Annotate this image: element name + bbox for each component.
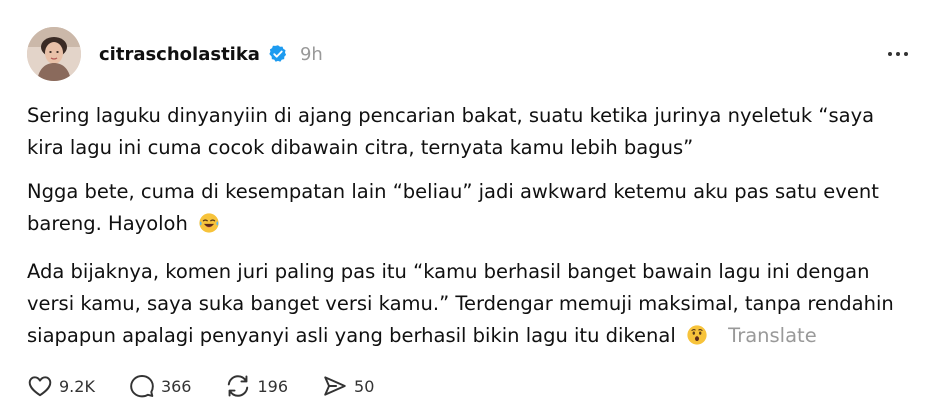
avatar[interactable] — [27, 27, 81, 81]
paragraph-text: Sering laguku dinyanyiin di ajang pencar… — [27, 104, 875, 159]
post-paragraph: Sering laguku dinyanyiin di ajang pencar… — [27, 100, 907, 164]
paragraph-text: Ngga bete, cuma di kesempatan lain “beli… — [27, 180, 879, 235]
send-icon — [324, 376, 346, 396]
reply-button[interactable]: 366 — [129, 373, 192, 399]
username[interactable]: citrascholastika — [99, 44, 260, 65]
action-bar: 9.2K 366 196 50 — [27, 372, 408, 400]
reply-count: 366 — [160, 376, 192, 396]
post-paragraph: Ngga bete, cuma di kesempatan lain “beli… — [27, 176, 907, 244]
face-with-tears-of-joy-icon — [198, 212, 220, 244]
like-button[interactable]: 9.2K — [27, 373, 95, 399]
more-horizontal-icon — [896, 52, 900, 56]
timestamp: 9h — [299, 43, 323, 65]
comment-bubble-icon — [130, 375, 154, 398]
hushed-face-icon — [686, 324, 708, 356]
more-options-button[interactable] — [882, 44, 914, 64]
share-count: 50 — [354, 376, 375, 396]
profile-photo-icon — [27, 27, 81, 81]
translate-link[interactable]: Translate — [728, 324, 817, 347]
repost-button[interactable]: 196 — [225, 373, 288, 399]
thread-post: citrascholastika 9h Sering laguku dinyan… — [0, 0, 932, 416]
share-button[interactable]: 50 — [322, 373, 374, 399]
like-count: 9.2K — [59, 376, 95, 396]
more-horizontal-icon — [888, 52, 892, 56]
post-paragraph: Ada bijaknya, komen juri paling pas itu … — [27, 256, 907, 356]
more-horizontal-icon — [904, 52, 908, 56]
heart-icon — [28, 376, 52, 397]
repost-count: 196 — [257, 376, 289, 396]
verified-badge-icon — [268, 44, 288, 64]
post-body: Sering laguku dinyanyiin di ajang pencar… — [27, 100, 907, 368]
post-header: citrascholastika 9h — [99, 40, 323, 68]
repost-arrows-icon — [228, 375, 249, 397]
